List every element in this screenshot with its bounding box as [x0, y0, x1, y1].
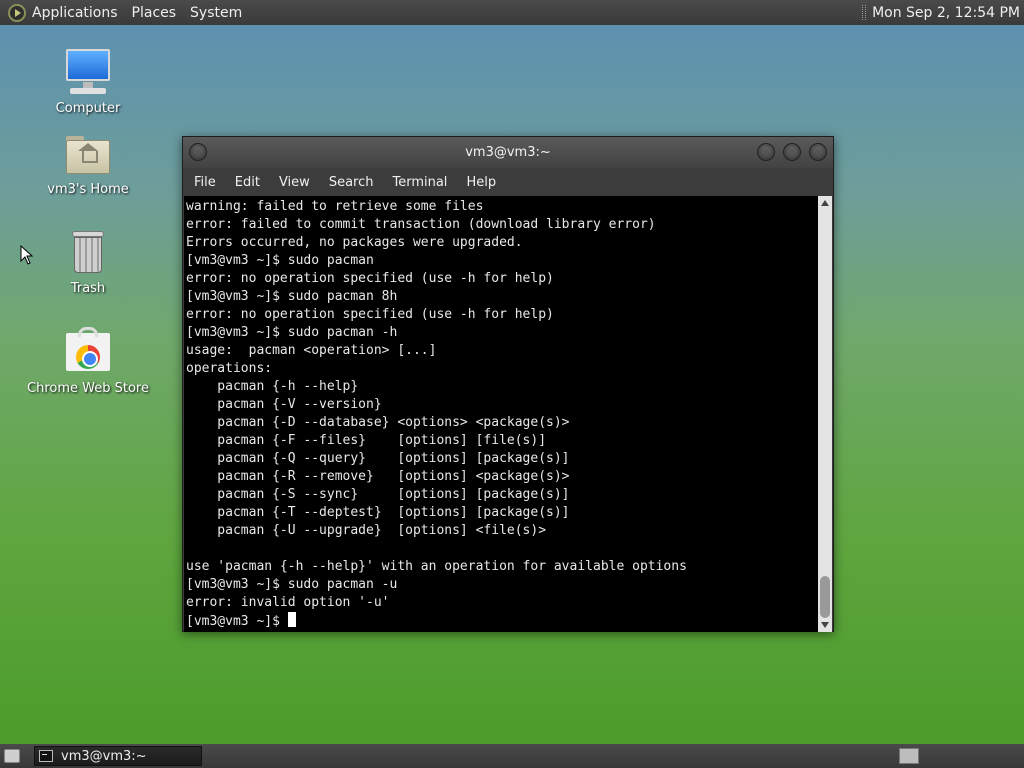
- terminal-line: [vm3@vm3 ~]$ sudo pacman 8h: [186, 289, 398, 304]
- distro-logo-icon[interactable]: [8, 3, 26, 22]
- terminal-line: [vm3@vm3 ~]$ sudo pacman -h: [186, 325, 398, 340]
- terminal-line: warning: failed to retrieve some files: [186, 199, 484, 214]
- terminal-line: usage: pacman <operation> [...]: [186, 343, 437, 358]
- applications-menu[interactable]: Applications: [32, 5, 118, 21]
- terminal-line: pacman {-V --version}: [186, 397, 382, 412]
- window-menubar: File Edit View Search Terminal Help: [183, 168, 833, 196]
- desktop-icon-label: vm3's Home: [47, 182, 129, 197]
- terminal-line: Errors occurred, no packages were upgrad…: [186, 235, 523, 250]
- minimize-button[interactable]: [757, 143, 775, 161]
- desktop-icon-label: Computer: [55, 101, 121, 116]
- terminal-line: pacman {-D --database} <options> <packag…: [186, 415, 570, 430]
- window-title: vm3@vm3:~: [465, 145, 551, 160]
- terminal-line: use 'pacman {-h --help}' with an operati…: [186, 559, 687, 574]
- window-menu-button[interactable]: [189, 143, 207, 161]
- text-cursor: [287, 612, 296, 627]
- terminal-window: vm3@vm3:~ File Edit View Search Terminal…: [182, 136, 834, 632]
- clock[interactable]: Mon Sep 2, 12:54 PM: [872, 5, 1020, 21]
- terminal-scrollbar[interactable]: [818, 196, 832, 632]
- terminal-line: pacman {-h --help}: [186, 379, 359, 394]
- window-titlebar[interactable]: vm3@vm3:~: [183, 137, 833, 168]
- terminal-line: [vm3@vm3 ~]$ sudo pacman: [186, 253, 374, 268]
- desktop-icon-chrome-web-store[interactable]: Chrome Web Store: [23, 327, 153, 396]
- menu-edit[interactable]: Edit: [235, 175, 260, 190]
- terminal-output[interactable]: warning: failed to retrieve some files e…: [184, 196, 819, 632]
- system-menu[interactable]: System: [190, 5, 242, 21]
- scroll-down-icon[interactable]: [821, 622, 829, 628]
- menu-terminal[interactable]: Terminal: [392, 175, 447, 190]
- places-menu[interactable]: Places: [132, 5, 177, 21]
- scrollbar-thumb[interactable]: [820, 576, 830, 618]
- terminal-line: [vm3@vm3 ~]$ sudo pacman -u: [186, 577, 398, 592]
- scroll-up-icon[interactable]: [821, 200, 829, 206]
- show-desktop-icon[interactable]: [4, 749, 20, 763]
- terminal-line: pacman {-R --remove} [options] <package(…: [186, 469, 570, 484]
- mouse-pointer-icon: [20, 245, 34, 265]
- terminal-line: error: no operation specified (use -h fo…: [186, 307, 554, 322]
- desktop-icon-home[interactable]: vm3's Home: [23, 128, 153, 197]
- chrome-web-store-icon: [62, 327, 114, 379]
- desktop-icon-label: Trash: [70, 281, 106, 296]
- top-panel: Applications Places System Mon Sep 2, 12…: [0, 0, 1024, 25]
- taskbar-item-label: vm3@vm3:~: [61, 748, 147, 764]
- desktop-icon-computer[interactable]: Computer: [23, 47, 153, 116]
- home-folder-icon: [62, 128, 114, 180]
- computer-icon: [62, 47, 114, 99]
- terminal-line: pacman {-S --sync} [options] [package(s)…: [186, 487, 570, 502]
- menu-file[interactable]: File: [194, 175, 216, 190]
- terminal-line: pacman {-F --files} [options] [file(s)]: [186, 433, 547, 448]
- menu-help[interactable]: Help: [466, 175, 496, 190]
- bottom-panel: vm3@vm3:~: [0, 744, 1024, 768]
- terminal-line: operations:: [186, 361, 273, 376]
- terminal-line: error: no operation specified (use -h fo…: [186, 271, 554, 286]
- terminal-line: pacman {-U --upgrade} [options] <file(s)…: [186, 523, 547, 538]
- taskbar-item-terminal[interactable]: vm3@vm3:~: [34, 746, 202, 766]
- trash-icon: [62, 227, 114, 279]
- maximize-button[interactable]: [783, 143, 801, 161]
- menu-search[interactable]: Search: [329, 175, 374, 190]
- terminal-line: error: failed to commit transaction (dow…: [186, 217, 656, 232]
- terminal-prompt: [vm3@vm3 ~]$: [186, 614, 288, 629]
- panel-separator: [862, 5, 867, 20]
- terminal-icon: [39, 750, 53, 762]
- terminal-line: pacman {-T --deptest} [options] [package…: [186, 505, 570, 520]
- desktop-icon-label: Chrome Web Store: [27, 381, 149, 396]
- desktop-icon-trash[interactable]: Trash: [23, 227, 153, 296]
- terminal-line: pacman {-Q --query} [options] [package(s…: [186, 451, 570, 466]
- close-button[interactable]: [809, 143, 827, 161]
- workspace-switcher[interactable]: [899, 748, 919, 764]
- terminal-line: error: invalid option '-u': [186, 595, 390, 610]
- terminal-prompt-line[interactable]: [vm3@vm3 ~]$: [186, 612, 819, 630]
- menu-view[interactable]: View: [279, 175, 310, 190]
